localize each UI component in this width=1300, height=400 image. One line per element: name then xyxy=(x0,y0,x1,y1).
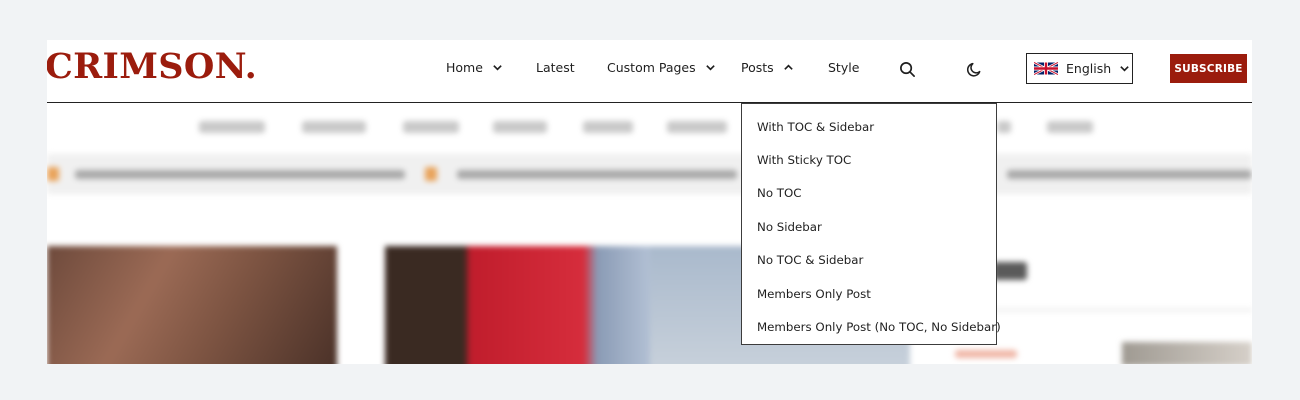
menu-item-no-toc[interactable]: No TOC xyxy=(742,177,996,210)
site-header: CRIMSON. Home Latest Custom Pages Posts … xyxy=(47,40,1252,103)
category-pill xyxy=(997,121,1011,133)
divider xyxy=(952,309,1252,311)
blurred-page-content xyxy=(47,104,1252,364)
moon-icon xyxy=(966,62,980,77)
uk-flag-icon xyxy=(1034,61,1058,76)
posts-dropdown-menu: With TOC & Sidebar With Sticky TOC No TO… xyxy=(741,103,1001,345)
category-pill xyxy=(493,121,547,133)
subscribe-button[interactable]: SUBSCRIBE xyxy=(1170,54,1247,83)
site-logo[interactable]: CRIMSON. xyxy=(47,46,257,87)
ticker-headline xyxy=(75,170,405,179)
menu-item-no-sidebar[interactable]: No Sidebar xyxy=(742,210,996,243)
section-heading xyxy=(993,262,1027,280)
ticker-headline xyxy=(1007,170,1252,179)
menu-item-with-sticky-toc[interactable]: With Sticky TOC xyxy=(742,143,996,176)
category-bar xyxy=(47,104,1252,149)
language-selector[interactable]: English xyxy=(1026,53,1133,84)
category-pill xyxy=(667,121,727,133)
nav-home[interactable]: Home xyxy=(446,60,503,75)
nav-home-label: Home xyxy=(446,60,483,75)
featured-image xyxy=(385,246,650,364)
menu-item-members-only[interactable]: Members Only Post xyxy=(742,277,996,310)
nav-custom-pages-label: Custom Pages xyxy=(607,60,696,75)
nav-latest[interactable]: Latest xyxy=(536,60,575,75)
nav-style-label: Style xyxy=(828,60,860,75)
category-pill xyxy=(1047,121,1093,133)
category-pill xyxy=(583,121,633,133)
search-icon xyxy=(899,61,915,77)
nav-custom-pages[interactable]: Custom Pages xyxy=(607,60,716,75)
category-pill xyxy=(199,121,265,133)
ticker-bullet xyxy=(47,167,59,181)
theme-toggle-button[interactable] xyxy=(963,58,985,80)
ticker-headline xyxy=(457,170,737,179)
category-tag xyxy=(955,350,1017,358)
category-pill xyxy=(403,121,459,133)
menu-item-with-toc-sidebar[interactable]: With TOC & Sidebar xyxy=(742,110,996,143)
page-frame: CRIMSON. Home Latest Custom Pages Posts … xyxy=(47,40,1252,364)
news-ticker xyxy=(47,154,1252,194)
nav-posts-label: Posts xyxy=(741,60,774,75)
search-button[interactable] xyxy=(896,58,918,80)
chevron-down-icon xyxy=(493,65,502,71)
chevron-down-icon xyxy=(1120,66,1129,72)
chevron-up-icon xyxy=(783,64,793,70)
nav-style[interactable]: Style xyxy=(828,60,859,75)
menu-item-members-only-no-toc-no-sidebar[interactable]: Members Only Post (No TOC, No Sidebar) xyxy=(742,310,1001,343)
nav-posts[interactable]: Posts xyxy=(741,60,794,75)
category-pill xyxy=(302,121,366,133)
menu-item-no-toc-sidebar[interactable]: No TOC & Sidebar xyxy=(742,244,996,277)
thumbnail xyxy=(1122,342,1252,364)
language-label: English xyxy=(1066,61,1112,76)
chevron-down-icon xyxy=(705,65,715,71)
nav-latest-label: Latest xyxy=(536,60,575,75)
ticker-bullet xyxy=(425,167,437,181)
featured-image xyxy=(47,246,337,364)
